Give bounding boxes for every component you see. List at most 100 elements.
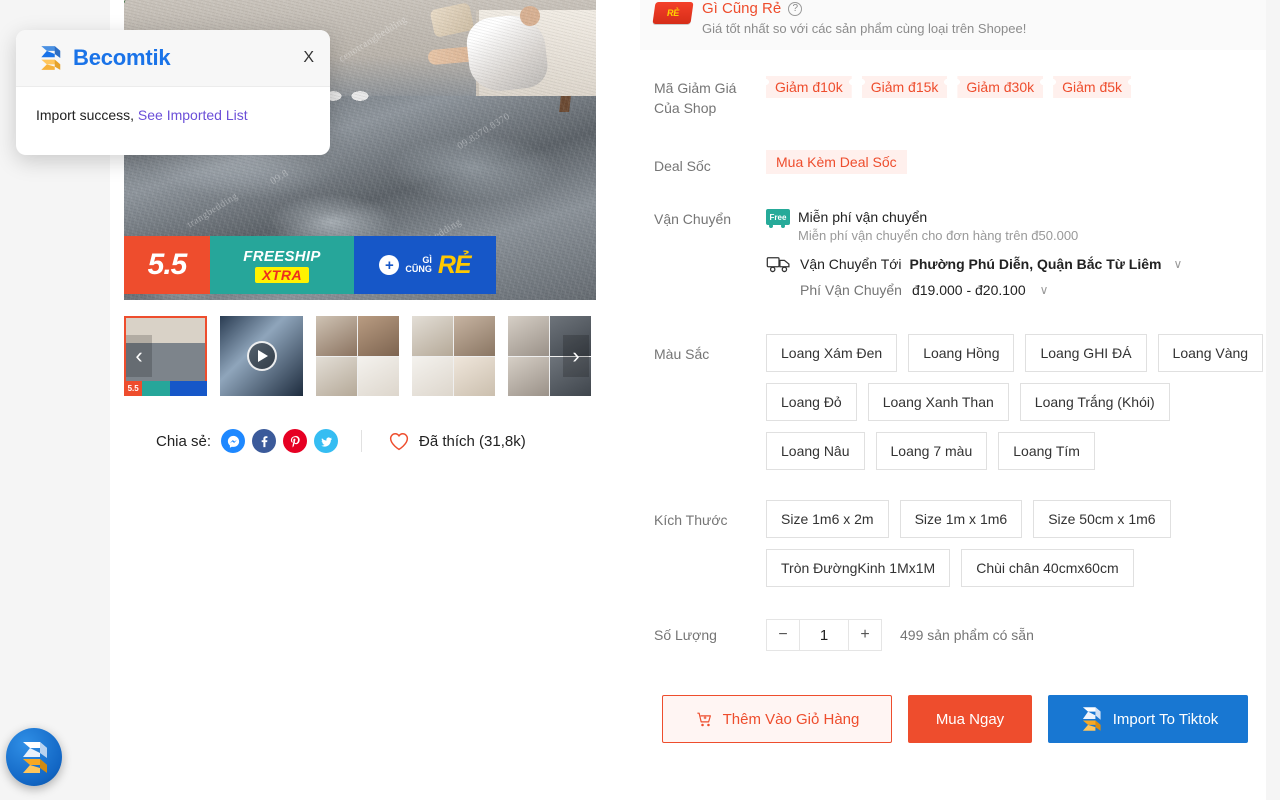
quantity-value[interactable]: 1 — [799, 620, 849, 650]
color-option[interactable]: Loang Xám Đen — [766, 334, 898, 372]
truck-icon — [766, 257, 790, 273]
color-options: Loang Xám Đen Loang Hồng Loang GHI ĐÁ Lo… — [766, 334, 1266, 470]
quantity-decrease-button[interactable]: − — [767, 620, 799, 650]
thumbnail-4[interactable] — [412, 316, 495, 396]
color-option[interactable]: Loang Xanh Than — [867, 383, 1009, 421]
size-label: Kích Thước — [654, 512, 728, 528]
deal-row: Deal Sốc Mua Kèm Deal Sốc — [640, 150, 1266, 176]
thumbnail-strip: 5.5 ‹ › — [124, 316, 600, 396]
best-price-banner: RẺ Gì Cũng Rẻ ? Giá tốt nhất so với các … — [640, 0, 1266, 50]
free-shipping-subtitle: Miễn phí vận chuyển cho đơn hàng trên đ5… — [798, 228, 1079, 243]
color-row: Màu Sắc Loang Xám Đen Loang Hồng Loang G… — [640, 334, 1266, 470]
size-options: Size 1m6 x 2m Size 1m x 1m6 Size 50cm x … — [766, 500, 1266, 587]
voucher-chip[interactable]: Giảm đ30k — [957, 76, 1044, 98]
stock-available: 499 sản phẩm có sẵn — [900, 627, 1034, 643]
voucher-label: Mã Giảm Giá Của Shop — [654, 80, 737, 116]
best-price-subtitle: Giá tốt nhất so với các sản phẩm cùng lo… — [702, 21, 1027, 36]
close-icon[interactable]: X — [303, 49, 314, 67]
thumbnail-5[interactable]: › — [508, 316, 591, 396]
voucher-chip[interactable]: Giảm đ10k — [766, 76, 852, 98]
promo-freeship: FREESHIP XTRA — [210, 236, 354, 294]
add-to-cart-button[interactable]: Thêm Vào Giỏ Hàng — [662, 695, 892, 743]
promo-freeship-label: FREESHIP — [243, 247, 321, 265]
pinterest-icon[interactable] — [283, 429, 308, 453]
ship-to-label: Vận Chuyển Tới — [800, 256, 902, 272]
chevron-down-icon[interactable]: ∨ — [1173, 257, 1182, 271]
promo-cheapest: + GÌ CŨNG RẺ — [354, 236, 496, 294]
promo-xtra-label: XTRA — [254, 266, 310, 283]
like-count: Đã thích (31,8k) — [419, 432, 526, 450]
toast-brand-title: Becomtik — [73, 45, 171, 70]
promo-gi-cung: GÌ CŨNG — [405, 254, 432, 274]
color-option[interactable]: Loang Trắng (Khói) — [1019, 383, 1170, 421]
size-option[interactable]: Tròn ĐườngKinh 1Mx1M — [766, 549, 951, 587]
shipping-label: Vận Chuyển — [654, 211, 732, 227]
plus-icon: + — [379, 255, 400, 275]
shipping-fee-label: Phí Vận Chuyển — [800, 282, 902, 298]
cart-icon — [697, 712, 711, 726]
thumbnail-promo-strip: 5.5 — [124, 381, 207, 396]
promo-re-label: RẺ — [437, 250, 472, 279]
see-imported-list-link[interactable]: See Imported List — [138, 107, 248, 123]
shipping-row: Vận Chuyển Free Miễn phí vận chuyển Miễn… — [640, 209, 1266, 298]
facebook-icon[interactable] — [252, 429, 277, 453]
color-option[interactable]: Loang GHI ĐÁ — [1025, 334, 1147, 372]
color-label: Màu Sắc — [654, 346, 710, 362]
deal-tag[interactable]: Mua Kèm Deal Sốc — [766, 150, 907, 174]
import-label: Import To Tiktok — [1112, 710, 1219, 728]
buy-now-label: Mua Ngay — [935, 710, 1005, 728]
size-option[interactable]: Size 1m x 1m6 — [899, 500, 1023, 538]
twitter-icon[interactable] — [314, 429, 339, 453]
thumbnail-3[interactable] — [316, 316, 399, 396]
play-icon[interactable] — [246, 341, 277, 371]
quantity-label: Số Lượng — [654, 627, 717, 643]
best-price-title: Gì Cũng Rẻ — [702, 0, 782, 17]
gi-cung-re-logo-icon: RẺ — [652, 2, 694, 24]
toast-body: Import success, See Imported List — [16, 87, 330, 123]
promo-banner: 5.5 FREESHIP XTRA + GÌ CŨNG RẺ — [124, 236, 496, 294]
free-shipping-title: Miễn phí vận chuyển — [798, 209, 928, 225]
voucher-chip[interactable]: Giảm đ5k — [1053, 76, 1132, 98]
promo-campaign-label: 5.5 — [147, 248, 188, 281]
size-option[interactable]: Size 50cm x 1m6 — [1033, 500, 1171, 538]
size-option[interactable]: Chùi chân 40cmx60cm — [961, 549, 1134, 587]
messenger-icon[interactable] — [221, 429, 246, 453]
quantity-row: Số Lượng − 1 + 499 sản phẩm có sẵn — [640, 619, 1266, 651]
free-shipping-icon: Free — [766, 209, 790, 228]
color-option[interactable]: Loang Nâu — [766, 432, 865, 470]
shipping-fee-value: đ19.000 - đ20.100 — [911, 282, 1026, 298]
chevron-down-icon[interactable]: ∨ — [1040, 283, 1049, 297]
color-option[interactable]: Loang Đỏ — [766, 383, 857, 421]
size-option[interactable]: Size 1m6 x 2m — [766, 500, 889, 538]
voucher-list: Giảm đ10k Giảm đ15k Giảm đ30k Giảm đ5k — [766, 72, 1266, 98]
like-button[interactable]: Đã thích (31,8k) — [388, 431, 526, 451]
quantity-stepper: − 1 + — [766, 619, 882, 651]
gallery-prev-button[interactable]: ‹ — [126, 335, 152, 377]
voucher-row: Mã Giảm Giá Của Shop Giảm đ10k Giảm đ15k… — [640, 72, 1266, 118]
buy-now-button[interactable]: Mua Ngay — [908, 695, 1032, 743]
toast-header: Becomtik X — [16, 30, 330, 87]
thumbnail-2-video[interactable] — [220, 316, 303, 396]
cta-row: Thêm Vào Giỏ Hàng Mua Ngay Import To Tik… — [662, 695, 1266, 743]
promo-campaign: 5.5 — [124, 236, 210, 294]
help-icon[interactable]: ? — [788, 1, 803, 16]
becomtik-toast: Becomtik X Import success, See Imported … — [16, 30, 330, 155]
becomtik-logo-icon — [41, 46, 61, 70]
ship-to-value[interactable]: Phường Phú Diễn, Quận Bắc Từ Liêm — [910, 256, 1162, 272]
color-option[interactable]: Loang Hồng — [908, 334, 1015, 372]
becomtik-launcher-button[interactable] — [6, 728, 62, 786]
share-row: Chia sẻ: Đã thích (31,8k) — [124, 424, 600, 458]
color-option[interactable]: Loang Tím — [998, 432, 1095, 470]
becomtik-logo-icon — [23, 742, 47, 773]
thumbnail-1[interactable]: 5.5 ‹ — [124, 316, 207, 396]
voucher-chip[interactable]: Giảm đ15k — [861, 76, 948, 98]
product-info-panel: RẺ Gì Cũng Rẻ ? Giá tốt nhất so với các … — [640, 0, 1266, 743]
deal-label: Deal Sốc — [654, 158, 711, 174]
gallery-next-button[interactable]: › — [563, 335, 589, 377]
quantity-increase-button[interactable]: + — [849, 620, 881, 650]
add-to-cart-label: Thêm Vào Giỏ Hàng — [722, 710, 860, 728]
import-to-tiktok-button[interactable]: Import To Tiktok — [1048, 695, 1248, 743]
color-option[interactable]: Loang Vàng — [1157, 334, 1264, 372]
color-option[interactable]: Loang 7 màu — [875, 432, 988, 470]
toast-message: Import success, — [36, 107, 135, 123]
